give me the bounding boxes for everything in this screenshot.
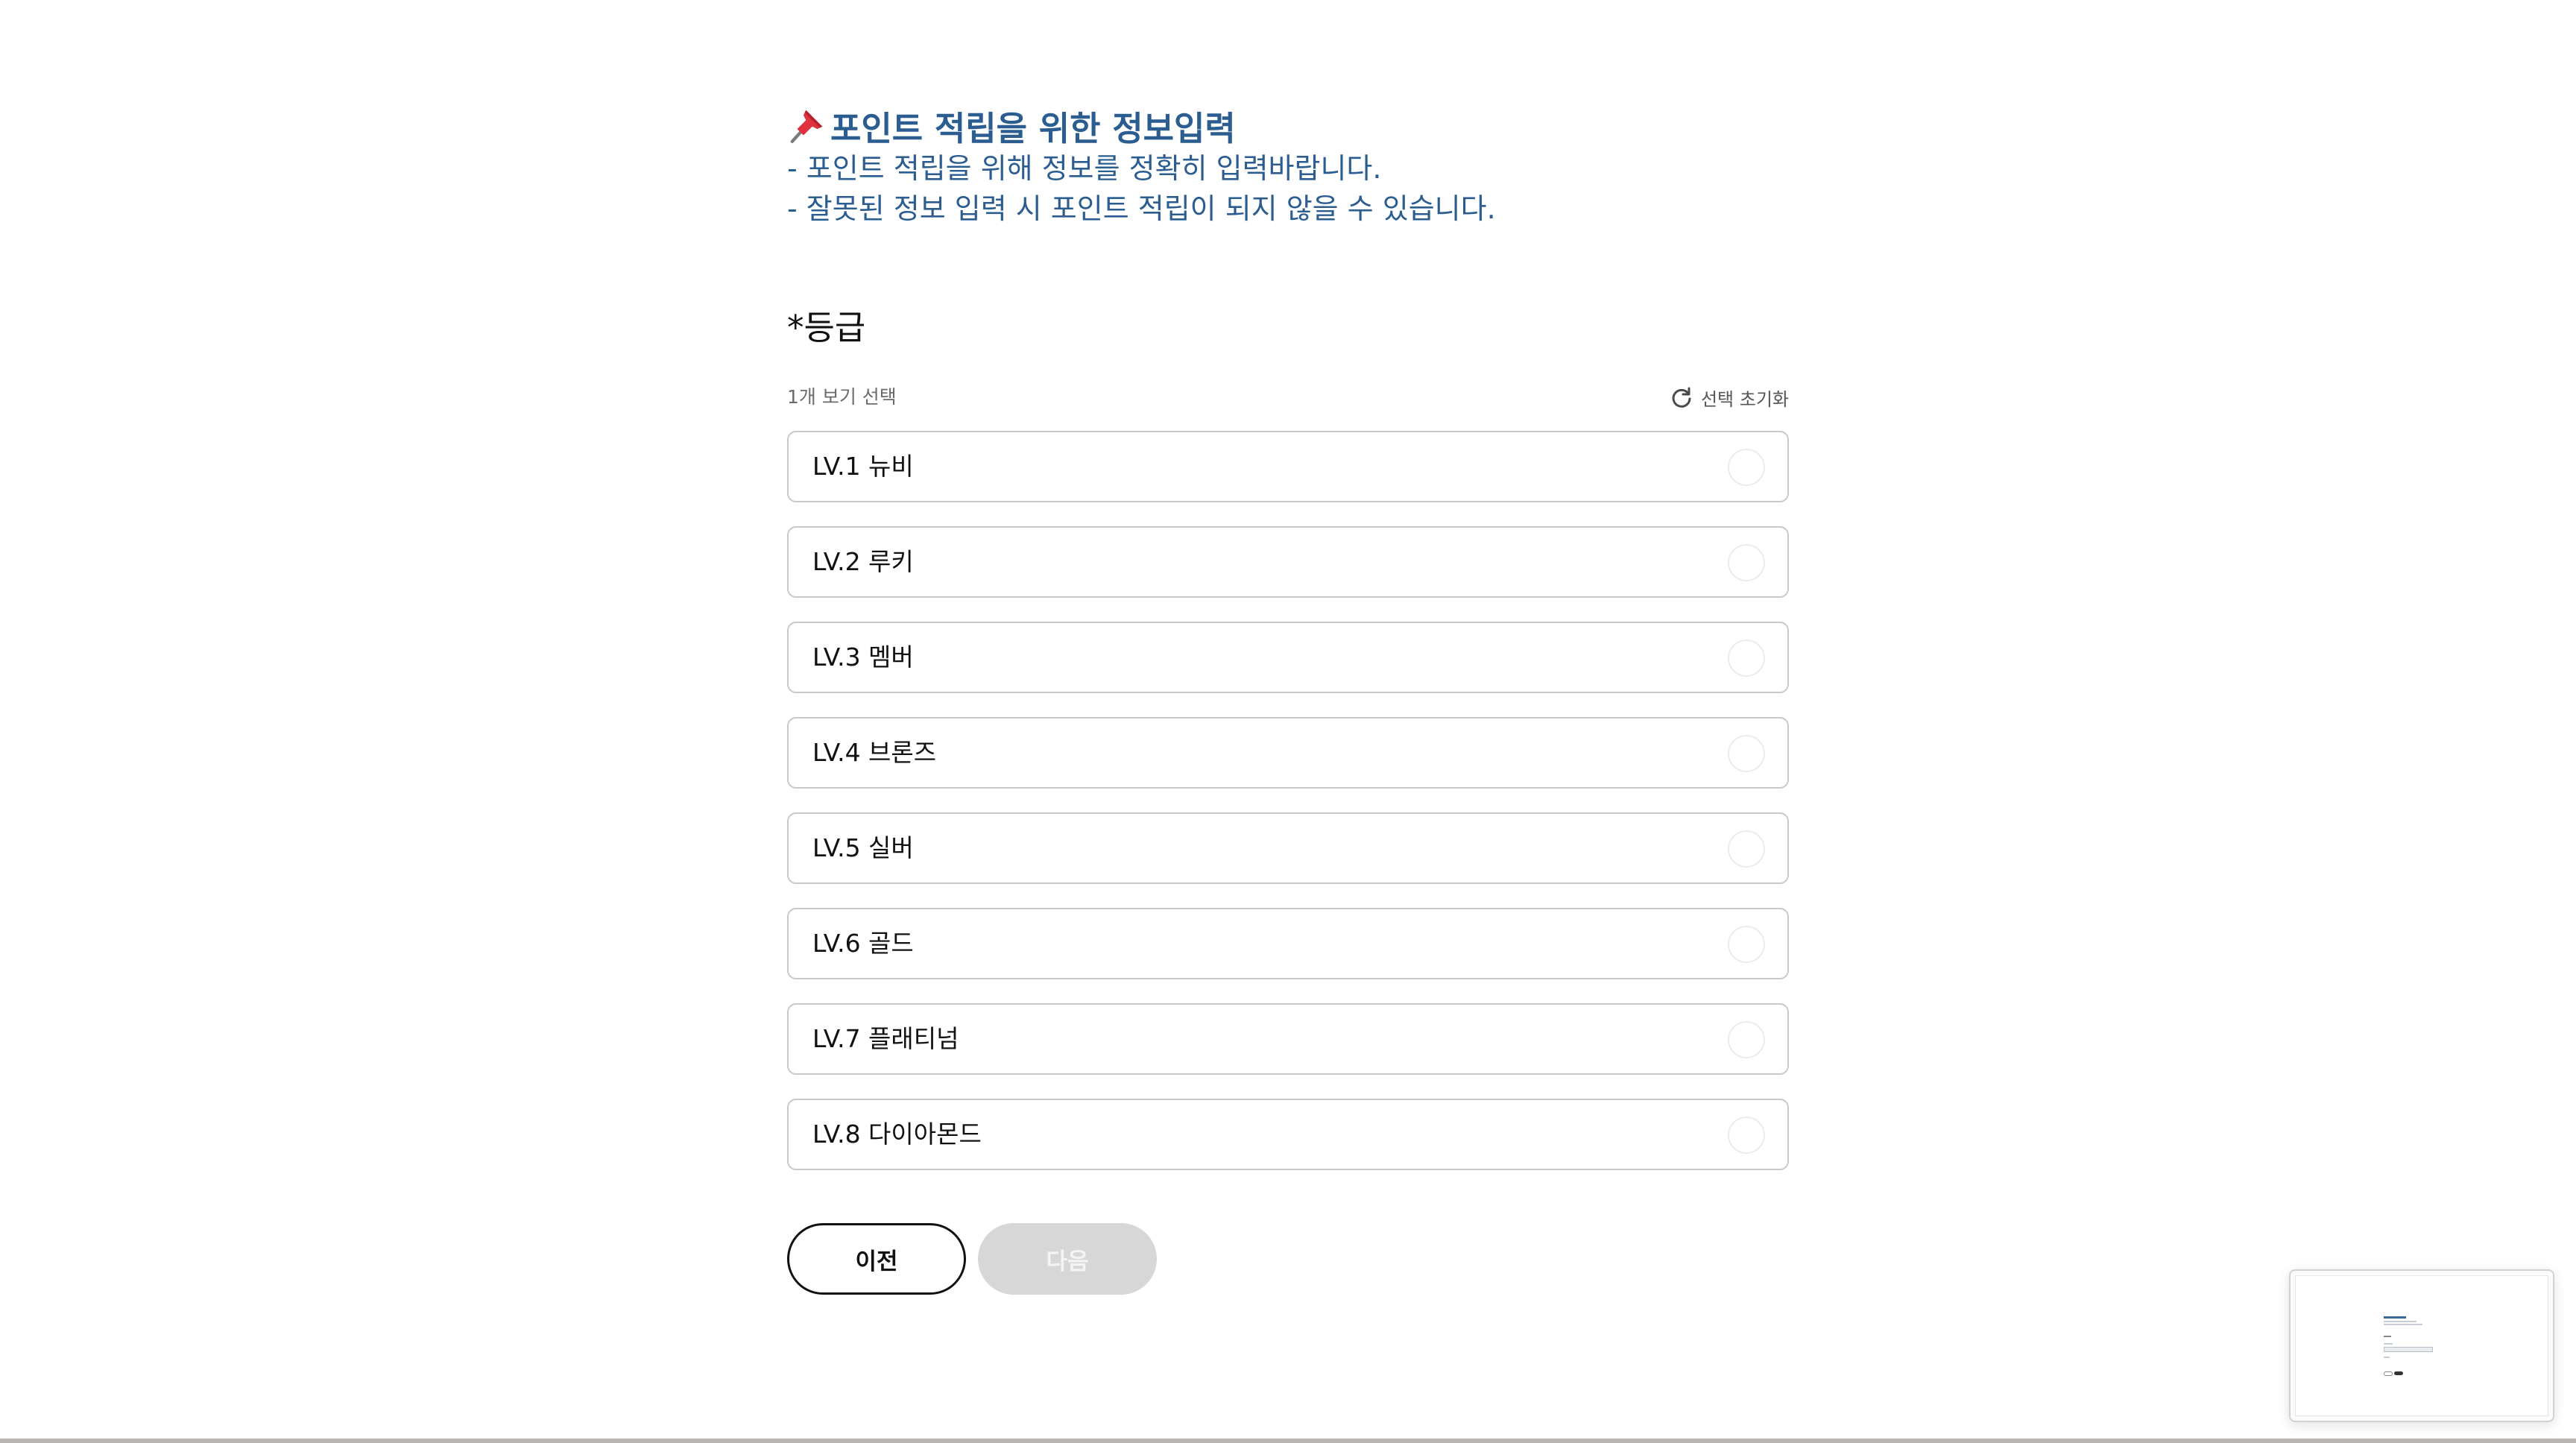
thumbnail-text-mark xyxy=(2384,1321,2416,1322)
option-lv2[interactable]: LV.2 루키 xyxy=(787,526,1789,598)
option-label: LV.8 다이아몬드 xyxy=(812,1120,982,1149)
option-lv8[interactable]: LV.8 다이아몬드 xyxy=(787,1099,1789,1170)
option-lv4[interactable]: LV.4 브론즈 xyxy=(787,717,1789,789)
window-bottom-edge xyxy=(0,1439,2576,1443)
thumbnail-screen xyxy=(2295,1275,2548,1416)
option-lv7[interactable]: LV.7 플래티넘 xyxy=(787,1003,1789,1075)
radio-button[interactable] xyxy=(1728,1021,1765,1058)
option-label: LV.5 실버 xyxy=(812,833,914,862)
radio-button[interactable] xyxy=(1728,449,1765,486)
option-list: LV.1 뉴비 LV.2 루키 LV.3 멤버 LV.4 브론즈 LV.5 실버… xyxy=(787,431,1789,1194)
option-label: LV.4 브론즈 xyxy=(812,738,937,767)
thumbnail-button-mark xyxy=(2394,1371,2403,1375)
page-thumbnail-preview[interactable] xyxy=(2289,1269,2554,1422)
reset-selection-label: 선택 초기화 xyxy=(1700,388,1789,410)
option-label: LV.3 멤버 xyxy=(812,642,914,672)
option-lv3[interactable]: LV.3 멤버 xyxy=(787,622,1789,693)
reset-selection-button[interactable]: 선택 초기화 xyxy=(1670,381,1789,414)
notice-line-2: - 잘못된 정보 입력 시 포인트 적립이 되지 않을 수 있습니다. xyxy=(787,192,1496,225)
thumbnail-text-mark xyxy=(2384,1324,2422,1325)
radio-button[interactable] xyxy=(1728,640,1765,677)
radio-button[interactable] xyxy=(1728,926,1765,963)
option-lv6[interactable]: LV.6 골드 xyxy=(787,908,1789,979)
previous-button[interactable]: 이전 xyxy=(787,1223,966,1295)
question-title: *등급 xyxy=(787,308,866,347)
thumbnail-label-mark xyxy=(2384,1336,2391,1337)
selection-hint: 1개 보기 선택 xyxy=(787,386,897,408)
next-button[interactable]: 다음 xyxy=(978,1223,1157,1295)
option-label: LV.7 플래티넘 xyxy=(812,1024,959,1053)
option-label: LV.1 뉴비 xyxy=(812,452,914,481)
thumbnail-text-mark xyxy=(2384,1343,2393,1345)
notice-title-text: 포인트 적립을 위한 정보입력 xyxy=(830,108,1236,148)
pushpin-icon xyxy=(790,110,823,144)
notice-line-1: - 포인트 적립을 위해 정보를 정확히 입력바랍니다. xyxy=(787,152,1382,185)
thumbnail-button-mark xyxy=(2384,1371,2393,1376)
notice-title: 포인트 적립을 위한 정보입력 xyxy=(787,101,1236,149)
thumbnail-field-mark xyxy=(2384,1347,2433,1352)
option-lv1[interactable]: LV.1 뉴비 xyxy=(787,431,1789,502)
thumbnail-title-mark xyxy=(2384,1316,2406,1319)
refresh-icon xyxy=(1672,387,1691,408)
radio-button[interactable] xyxy=(1728,1117,1765,1154)
radio-button[interactable] xyxy=(1728,830,1765,868)
option-label: LV.2 루키 xyxy=(812,547,914,576)
option-label: LV.6 골드 xyxy=(812,929,914,958)
radio-button[interactable] xyxy=(1728,544,1765,581)
option-lv5[interactable]: LV.5 실버 xyxy=(787,812,1789,884)
thumbnail-text-mark xyxy=(2384,1357,2390,1358)
radio-button[interactable] xyxy=(1728,735,1765,772)
